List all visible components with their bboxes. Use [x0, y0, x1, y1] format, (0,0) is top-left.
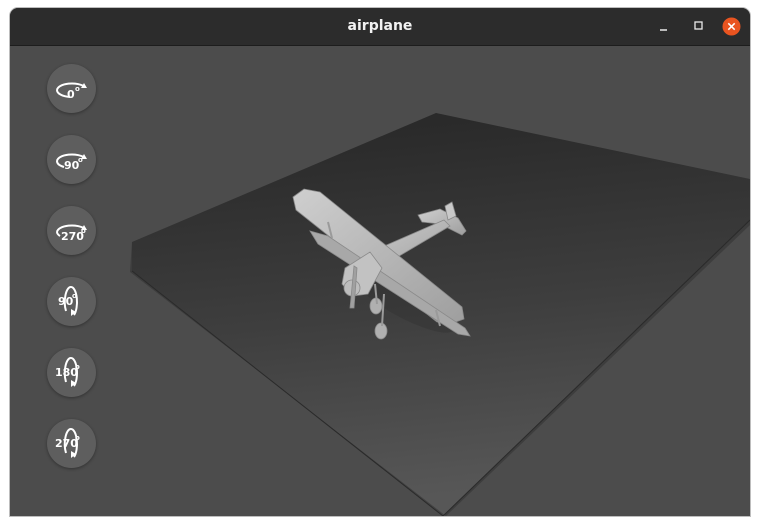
degree-symbol: o: [75, 434, 80, 442]
degree-symbol: o: [72, 292, 77, 300]
window-title: airplane: [347, 18, 413, 34]
close-icon: [722, 17, 741, 36]
rotate-angle-label: 0: [67, 88, 75, 101]
rotate-horizontal-0-button[interactable]: 0 o: [47, 64, 96, 113]
rotate-horizontal-90-button[interactable]: 90 o: [47, 135, 96, 184]
title-bar[interactable]: airplane: [10, 8, 750, 46]
scene-canvas[interactable]: [10, 46, 750, 516]
rotate-vertical-90-button[interactable]: 90 o: [47, 277, 96, 326]
degree-symbol: o: [81, 227, 86, 235]
3d-viewport[interactable]: 0 o 90 o 270 o 90 o 180 o 270 o: [10, 46, 750, 516]
app-window: airplane 0 o 90 o 270 o 90 o 180 o 270 o: [10, 8, 750, 516]
rotate-vertical-270-button[interactable]: 270 o: [47, 419, 96, 468]
minimize-button[interactable]: [655, 17, 674, 36]
degree-symbol: o: [78, 156, 83, 164]
degree-symbol: o: [75, 363, 80, 371]
rotate-vertical-180-button[interactable]: 180 o: [47, 348, 96, 397]
degree-symbol: o: [75, 85, 80, 93]
minimize-icon: [660, 29, 667, 31]
maximize-button[interactable]: [689, 17, 708, 36]
close-button[interactable]: [722, 17, 741, 36]
rotate-horizontal-270-button[interactable]: 270 o: [47, 206, 96, 255]
maximize-icon: [694, 21, 703, 30]
